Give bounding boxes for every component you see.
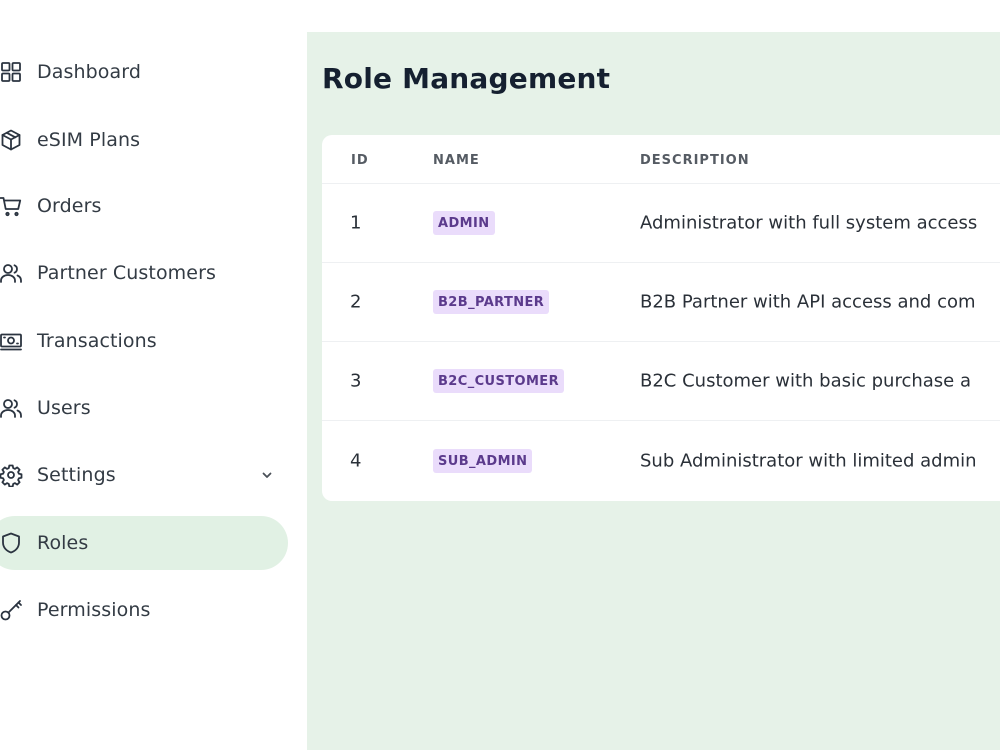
role-id: 1 <box>350 212 362 234</box>
sidebar-item-label: Users <box>37 397 91 419</box>
shield-icon <box>0 530 24 556</box>
sidebar-item-orders[interactable]: Orders <box>0 179 288 233</box>
sidebar-item-transactions[interactable]: Transactions <box>0 314 288 368</box>
sidebar-item-label: Roles <box>37 532 89 554</box>
role-description: B2C Customer with basic purchase a <box>640 370 971 392</box>
sidebar-item-partner-customers[interactable]: Partner Customers <box>0 246 288 300</box>
role-description: Sub Administrator with limited admin <box>640 450 977 471</box>
sidebar-item-label: Dashboard <box>37 61 141 83</box>
sidebar-item-settings[interactable]: Settings <box>0 448 288 502</box>
sidebar-item-label: Transactions <box>37 330 157 352</box>
page-title: Role Management <box>322 62 611 95</box>
sidebar-item-users[interactable]: Users <box>0 381 288 435</box>
box-icon <box>0 127 24 153</box>
table-row[interactable]: 1 ADMIN Administrator with full system a… <box>322 184 1000 263</box>
role-name-badge: SUB_ADMIN <box>433 448 533 473</box>
role-description: B2B Partner with API access and com <box>640 291 976 313</box>
gear-icon <box>0 462 24 488</box>
role-description: Administrator with full system access <box>640 212 978 234</box>
role-name-badge: B2B_PARTNER <box>433 290 550 314</box>
role-id: 3 <box>350 370 362 392</box>
sidebar-item-label: eSIM Plans <box>37 129 141 151</box>
role-id: 4 <box>350 450 362 471</box>
table-row[interactable]: 3 B2C_CUSTOMER B2C Customer with basic p… <box>322 342 1000 421</box>
sidebar-item-label: Partner Customers <box>37 262 216 284</box>
sidebar: Dashboard eSIM Plans Orders Partner Cust… <box>0 0 307 750</box>
users-icon <box>0 395 24 421</box>
sidebar-item-dashboard[interactable]: Dashboard <box>0 45 288 99</box>
sidebar-item-permissions[interactable]: Permissions <box>0 583 288 637</box>
sidebar-item-label: Settings <box>37 464 116 486</box>
grid-icon <box>0 59 24 85</box>
key-icon <box>0 597 24 623</box>
role-id: 2 <box>350 291 362 313</box>
app-root: Dashboard eSIM Plans Orders Partner Cust… <box>0 0 1000 750</box>
main-content: Role Management ID NAME DESCRIPTION 1 AD… <box>307 32 1000 750</box>
column-header-id: ID <box>351 153 369 168</box>
table-row[interactable]: 4 SUB_ADMIN Sub Administrator with limit… <box>322 421 1000 500</box>
sidebar-item-label: Permissions <box>37 599 151 621</box>
sidebar-item-label: Orders <box>37 195 102 217</box>
users-icon <box>0 260 24 286</box>
sidebar-item-roles[interactable]: Roles <box>0 516 288 570</box>
chevron-down-icon[interactable] <box>260 468 274 482</box>
sidebar-item-esim-plans[interactable]: eSIM Plans <box>0 113 288 167</box>
role-name-badge: ADMIN <box>433 211 495 235</box>
roles-table: ID NAME DESCRIPTION 1 ADMIN Administrato… <box>322 135 1000 501</box>
cart-icon <box>0 193 24 219</box>
role-name-badge: B2C_CUSTOMER <box>433 369 565 393</box>
column-header-description: DESCRIPTION <box>640 153 750 168</box>
banknote-icon <box>0 328 24 354</box>
table-header: ID NAME DESCRIPTION <box>322 135 1000 184</box>
column-header-name: NAME <box>433 153 480 168</box>
table-row[interactable]: 2 B2B_PARTNER B2B Partner with API acces… <box>322 263 1000 342</box>
